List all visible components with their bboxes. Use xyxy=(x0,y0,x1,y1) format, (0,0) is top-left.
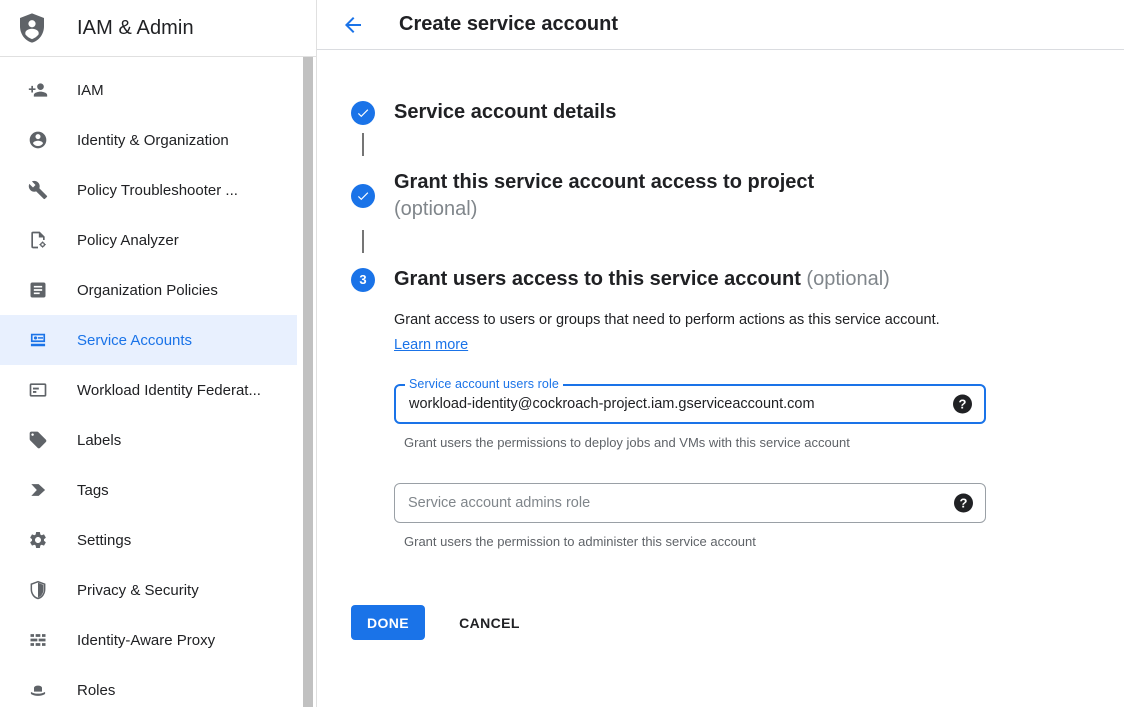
step-3-body: Grant access to users or groups that nee… xyxy=(394,308,1124,640)
sidebar-item-label: Organization Policies xyxy=(77,282,218,299)
sidebar-item-workload-identity-federation[interactable]: Workload Identity Federat... xyxy=(0,365,297,415)
sidebar: IAM & Admin IAM Identity & Organization … xyxy=(0,0,317,707)
service-account-badge-icon xyxy=(28,330,48,350)
app-window: IAM & Admin IAM Identity & Organization … xyxy=(0,0,1124,707)
identity-person-icon xyxy=(28,130,48,150)
service-account-users-role-input[interactable] xyxy=(396,386,932,422)
sidebar-item-label: Labels xyxy=(77,432,121,449)
sidebar-item-label: Settings xyxy=(77,532,131,549)
help-icon[interactable]: ? xyxy=(953,395,972,414)
stepper-content: Service account details Grant this servi… xyxy=(317,50,1124,640)
page-header: Create service account xyxy=(317,0,1124,50)
wrench-icon xyxy=(28,180,48,200)
sidebar-header: IAM & Admin xyxy=(0,0,316,57)
step-3-title-text: Grant users access to this service accou… xyxy=(394,268,801,290)
step-3-description: Grant access to users or groups that nee… xyxy=(394,308,942,358)
hat-icon xyxy=(28,680,48,700)
sidebar-item-label: Workload Identity Federat... xyxy=(77,382,261,399)
card-icon xyxy=(28,380,48,400)
learn-more-link[interactable]: Learn more xyxy=(394,337,468,353)
arrow-back-icon xyxy=(341,13,365,37)
stepper-connector xyxy=(362,133,364,156)
shield-half-icon xyxy=(28,580,48,600)
sidebar-item-label: Identity & Organization xyxy=(77,132,229,149)
iam-admin-shield-icon xyxy=(16,12,48,44)
step-1-service-account-details: Service account details xyxy=(351,99,1124,126)
sidebar-item-label: Tags xyxy=(77,482,109,499)
person-add-icon xyxy=(28,80,48,100)
sidebar-item-settings[interactable]: Settings xyxy=(0,515,297,565)
step-3-title: Grant users access to this service accou… xyxy=(394,266,890,293)
sidebar-item-policy-troubleshooter[interactable]: Policy Troubleshooter ... xyxy=(0,165,297,215)
service-account-users-role-label: Service account users role xyxy=(405,377,563,391)
sidebar-item-label: Roles xyxy=(77,682,115,699)
step-3-number: 3 xyxy=(359,272,366,287)
sidebar-item-privacy-security[interactable]: Privacy & Security xyxy=(0,565,297,615)
sidebar-item-label: Identity-Aware Proxy xyxy=(77,632,215,649)
service-account-admins-role-field: ? xyxy=(394,483,986,523)
step-3-description-text: Grant access to users or groups that nee… xyxy=(394,312,940,328)
sidebar-item-label: Privacy & Security xyxy=(77,582,199,599)
sidebar-title: IAM & Admin xyxy=(77,17,194,40)
sidebar-scrollbar[interactable] xyxy=(303,57,313,707)
sidebar-item-policy-analyzer[interactable]: Policy Analyzer xyxy=(0,215,297,265)
tag-arrow-icon xyxy=(28,480,48,500)
sidebar-item-identity-aware-proxy[interactable]: Identity-Aware Proxy xyxy=(0,615,297,665)
step-1-completed-indicator xyxy=(351,101,375,125)
main-panel: Create service account Service account d… xyxy=(317,0,1124,707)
sidebar-item-tags[interactable]: Tags xyxy=(0,465,297,515)
step-2-grant-access-to-project: Grant this service account access to pro… xyxy=(351,169,1124,223)
step-3-grant-users-access: 3 Grant users access to this service acc… xyxy=(351,266,1124,293)
document-gear-icon xyxy=(28,230,48,250)
sidebar-item-label: Policy Troubleshooter ... xyxy=(77,182,238,199)
step-1-title: Service account details xyxy=(394,99,616,126)
users-role-helper-text: Grant users the permissions to deploy jo… xyxy=(404,435,1124,450)
check-icon xyxy=(356,106,370,120)
step-3-number-indicator: 3 xyxy=(351,268,375,292)
step-2-optional-label: (optional) xyxy=(394,198,477,220)
admins-role-helper-text: Grant users the permission to administer… xyxy=(404,534,1124,549)
label-tag-icon xyxy=(28,430,48,450)
sidebar-item-organization-policies[interactable]: Organization Policies xyxy=(0,265,297,315)
service-account-users-role-field: Service account users role ? xyxy=(394,384,986,424)
sidebar-item-label: IAM xyxy=(77,82,104,99)
cancel-button[interactable]: CANCEL xyxy=(459,615,520,631)
sidebar-item-roles[interactable]: Roles xyxy=(0,665,297,707)
sidebar-item-label: Service Accounts xyxy=(77,332,192,349)
service-account-admins-role-input[interactable] xyxy=(395,484,933,522)
help-icon[interactable]: ? xyxy=(954,494,973,513)
sidebar-item-label: Policy Analyzer xyxy=(77,232,179,249)
gear-icon xyxy=(28,530,48,550)
back-button[interactable] xyxy=(341,13,365,37)
page-title: Create service account xyxy=(399,13,618,36)
done-button[interactable]: DONE xyxy=(351,605,425,640)
sidebar-nav: IAM Identity & Organization Policy Troub… xyxy=(0,57,316,707)
step-3-optional-label: (optional) xyxy=(806,268,889,290)
action-buttons: DONE CANCEL xyxy=(351,605,1124,640)
sidebar-item-identity-organization[interactable]: Identity & Organization xyxy=(0,115,297,165)
document-lines-icon xyxy=(28,280,48,300)
sidebar-item-iam[interactable]: IAM xyxy=(0,65,297,115)
step-2-title-text: Grant this service account access to pro… xyxy=(394,171,814,193)
proxy-grid-icon xyxy=(28,630,48,650)
step-2-title: Grant this service account access to pro… xyxy=(394,169,814,223)
check-icon xyxy=(356,189,370,203)
sidebar-item-service-accounts[interactable]: Service Accounts xyxy=(0,315,297,365)
stepper-connector xyxy=(362,230,364,253)
sidebar-item-labels[interactable]: Labels xyxy=(0,415,297,465)
step-2-completed-indicator xyxy=(351,184,375,208)
